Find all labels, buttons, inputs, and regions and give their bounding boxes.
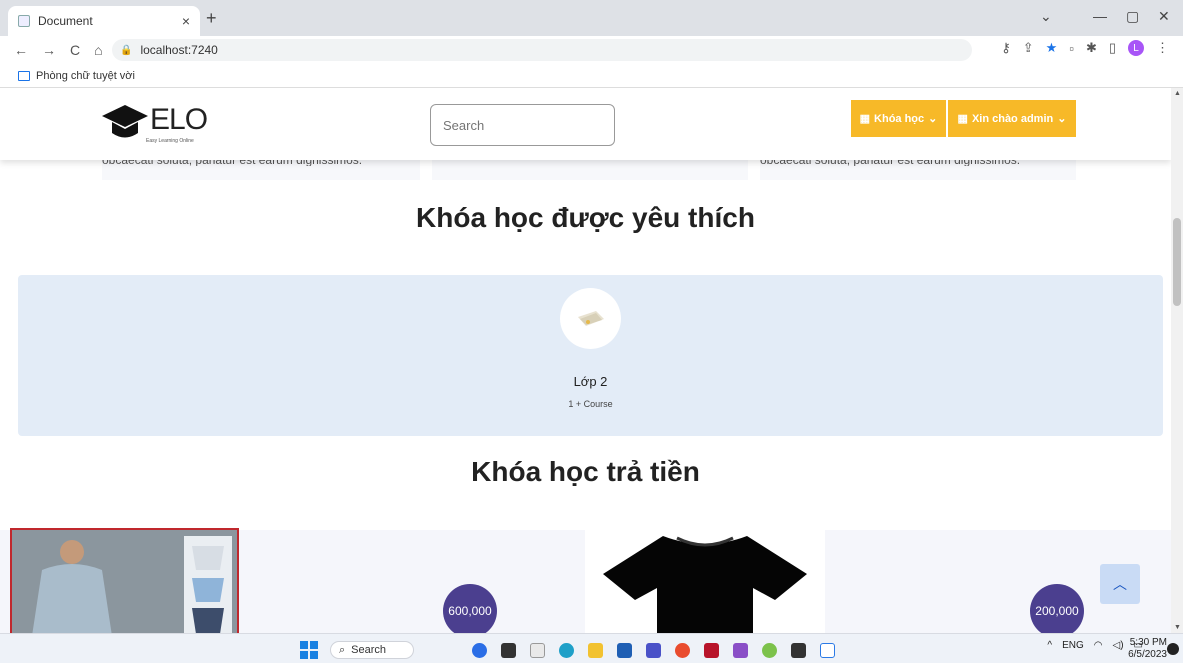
share-icon[interactable]: ⇪	[1023, 40, 1034, 56]
windows-start-icon[interactable]	[300, 641, 318, 659]
home-button[interactable]: ⌂	[94, 42, 102, 58]
page-viewport: obcaecati soluta, pariatur est earum dig…	[0, 88, 1171, 633]
edge-icon[interactable]	[559, 643, 574, 658]
app-icon[interactable]	[704, 643, 719, 658]
back-button[interactable]: ←	[14, 42, 28, 58]
volume-icon[interactable]: ◁)	[1113, 640, 1124, 651]
app-icon[interactable]	[530, 643, 545, 658]
chevron-down-icon: ⌄	[1057, 113, 1067, 125]
clock-time: 5:30 PM	[1129, 637, 1167, 648]
forward-button[interactable]: →	[42, 42, 56, 58]
reload-button[interactable]: C	[70, 42, 80, 58]
grid-icon: ▦	[859, 113, 871, 125]
price-badge: 600,000	[443, 584, 497, 633]
puzzle-icon[interactable]: ✱	[1086, 40, 1097, 56]
menu-icon[interactable]: ⋮	[1156, 40, 1169, 56]
app-icon[interactable]	[762, 643, 777, 658]
scroll-down-icon[interactable]: ▼	[1174, 624, 1181, 631]
task-view-icon[interactable]	[501, 643, 516, 658]
bing-icon[interactable]	[472, 643, 487, 658]
chevron-down-icon: ⌄	[928, 113, 938, 125]
clock-date: 6/5/2023	[1128, 649, 1167, 660]
courses-dropdown-button[interactable]: ▦ Khóa học ⌄	[851, 100, 946, 137]
product-image[interactable]	[10, 528, 239, 633]
toolbar-icons: ⚷ ⇪ ★ ▫ ✱ ▯ L ⋮	[1001, 40, 1169, 56]
taskbar-search-label: Search	[351, 644, 387, 656]
wifi-icon[interactable]: ◠	[1094, 640, 1103, 651]
chevron-up-icon[interactable]: ^	[1047, 640, 1052, 651]
logo-subtitle: Easy Learning Online	[146, 138, 194, 144]
bookmark-item[interactable]: Phòng chữ tuyệt vời	[36, 70, 135, 82]
taskbar-search[interactable]: ⌕ Search	[330, 641, 414, 659]
logo-text: ELO	[150, 103, 208, 136]
zalo-icon[interactable]	[820, 643, 835, 658]
app-icon[interactable]	[646, 643, 661, 658]
tshirt-image	[603, 536, 807, 633]
bookmarks-bar: Phòng chữ tuyệt vời	[0, 64, 1183, 88]
flag-icon	[18, 70, 30, 81]
search-icon: ⌕	[339, 643, 346, 656]
site-logo[interactable]: ELO	[100, 102, 208, 142]
back-to-top-button[interactable]: ︿	[1100, 564, 1140, 604]
page-scrollbar[interactable]: ▲ ▼	[1171, 88, 1183, 633]
user-dropdown-button[interactable]: ▦ Xin chào admin ⌄	[948, 100, 1076, 137]
user-label: Xin chào admin	[971, 112, 1054, 125]
price-badge: 200,000	[1030, 584, 1084, 633]
graduation-cap-icon	[102, 105, 148, 138]
restore-button[interactable]: ▢	[1126, 8, 1139, 25]
search-input[interactable]	[430, 104, 615, 146]
sidepanel-icon[interactable]: ▯	[1109, 40, 1116, 56]
tab-title: Document	[38, 14, 93, 28]
minimize-button[interactable]: —	[1093, 8, 1107, 24]
language-indicator[interactable]: ENG	[1062, 640, 1084, 651]
class-course-count: 1 + Course	[568, 399, 613, 409]
terminal-icon[interactable]	[791, 643, 806, 658]
product-image[interactable]	[585, 530, 825, 633]
scrollbar-thumb[interactable]	[1173, 218, 1181, 306]
document-icon	[18, 15, 30, 27]
url-text: localhost:7240	[140, 43, 218, 57]
class-thumbnail[interactable]	[560, 288, 621, 349]
browser-tab[interactable]: Document ×	[8, 6, 200, 36]
chrome-icon[interactable]	[675, 643, 690, 658]
class-name[interactable]: Lớp 2	[0, 374, 1171, 389]
paid-courses-heading: Khóa học trả tiền	[471, 456, 700, 487]
profile-avatar[interactable]: L	[1128, 40, 1144, 56]
favorite-courses-heading: Khóa học được yêu thích	[416, 202, 755, 233]
scroll-up-icon[interactable]: ▲	[1174, 90, 1181, 97]
key-icon[interactable]: ⚷	[1001, 40, 1011, 56]
extension-icon[interactable]: ▫	[1069, 41, 1074, 56]
close-window-button[interactable]: ✕	[1158, 8, 1170, 25]
class-image-icon	[577, 310, 604, 326]
lock-icon: 🔒	[120, 44, 133, 56]
notification-icon[interactable]	[1167, 643, 1179, 655]
grid-icon: ▦	[957, 113, 968, 125]
shirt-model-image	[12, 530, 237, 633]
visual-studio-icon[interactable]	[733, 643, 748, 658]
tab-search-chevron-icon[interactable]: ⌄	[1040, 8, 1052, 25]
taskbar-clock[interactable]: 5:30 PM 6/5/2023	[1128, 637, 1167, 661]
site-navbar: ELO Easy Learning Online ▦ Khóa học ⌄ ▦ …	[0, 88, 1171, 160]
courses-label: Khóa học	[874, 112, 925, 125]
store-icon[interactable]	[617, 643, 632, 658]
file-explorer-icon[interactable]	[588, 643, 603, 658]
star-icon[interactable]: ★	[1046, 40, 1058, 56]
address-bar[interactable]: 🔒 localhost:7240	[112, 39, 972, 61]
chevron-up-icon: ︿	[1113, 576, 1127, 592]
new-tab-button[interactable]: +	[206, 8, 217, 29]
tab-close-icon[interactable]: ×	[182, 13, 190, 29]
